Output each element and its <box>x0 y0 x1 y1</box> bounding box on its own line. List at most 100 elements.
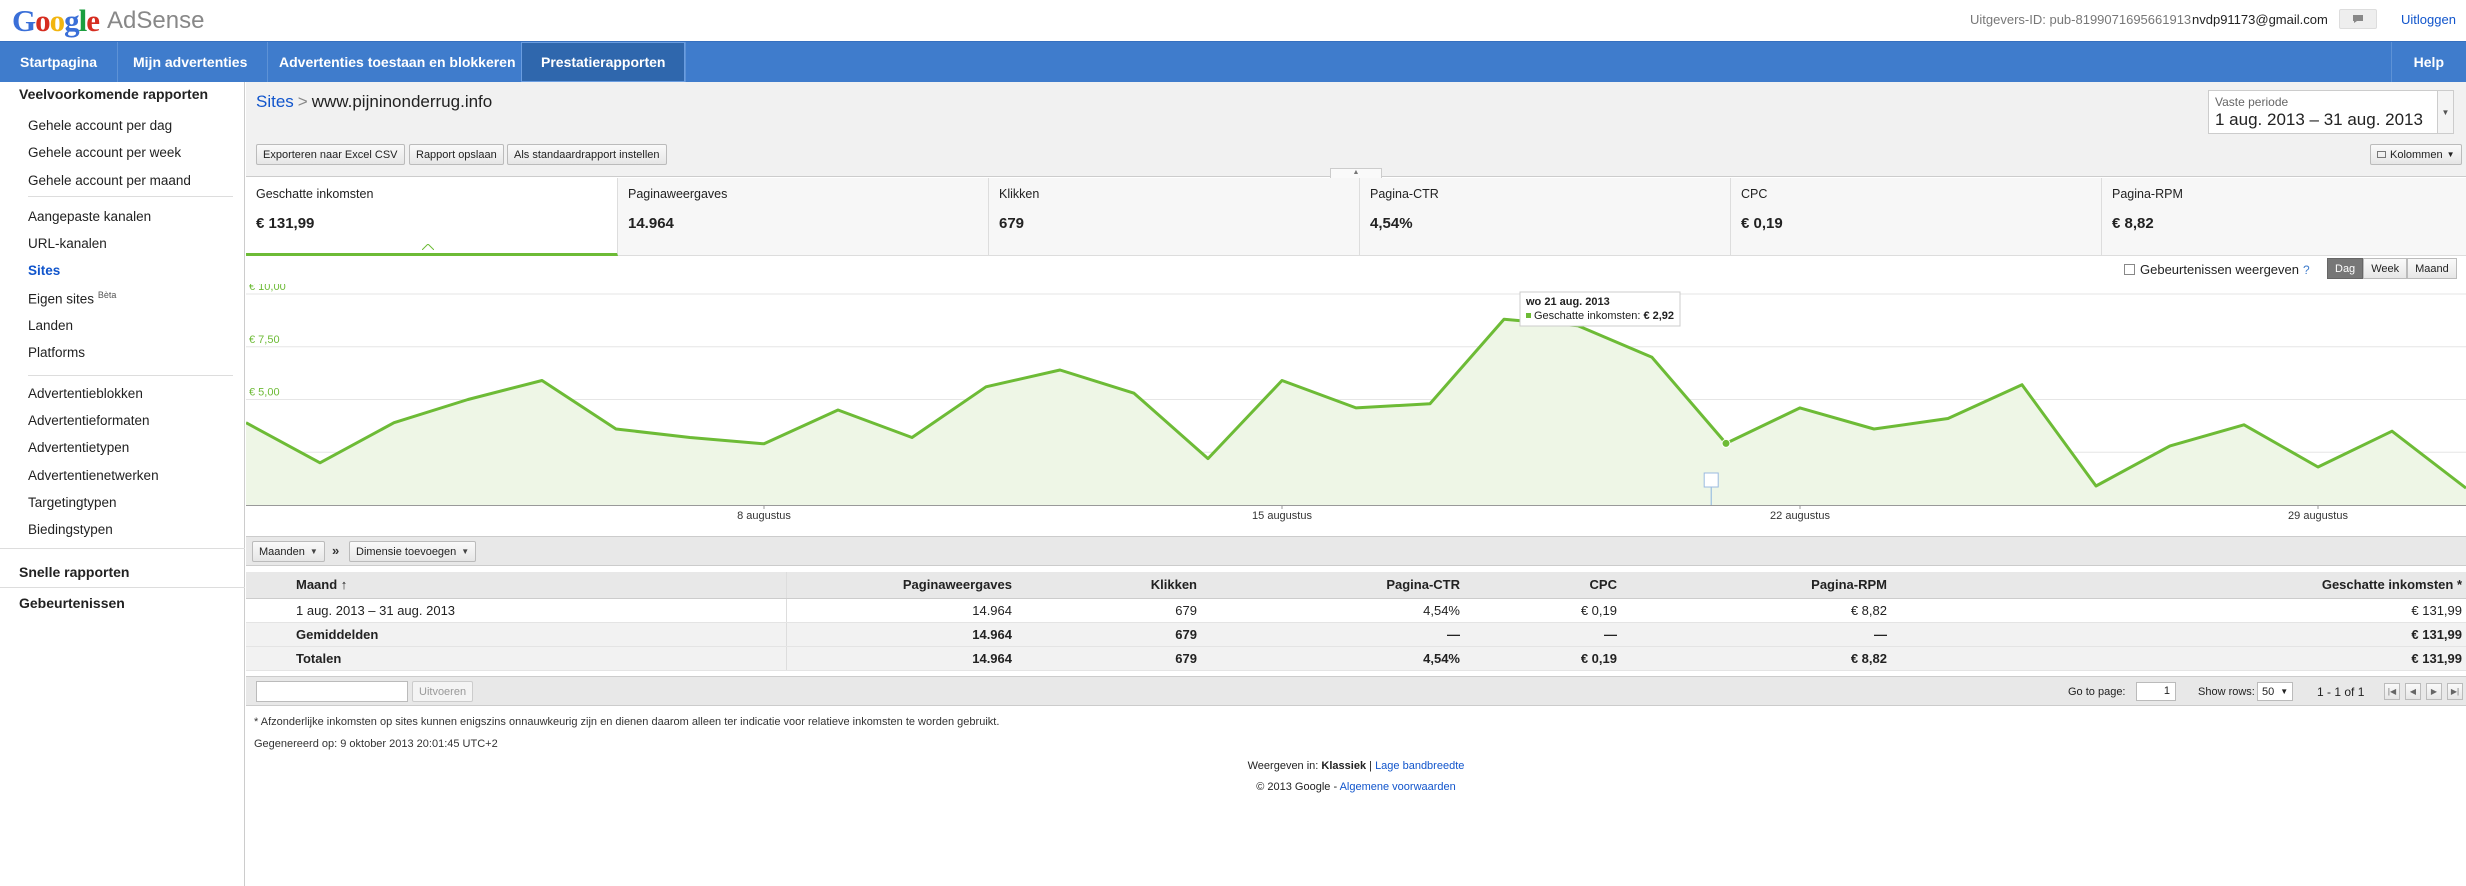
sidebar-item-advertentieformaten[interactable]: Advertentieformaten <box>28 413 150 428</box>
date-range-picker[interactable]: Vaste periode 1 aug. 2013 – 31 aug. 2013 <box>2208 90 2438 134</box>
metric-name: Klikken <box>999 187 1040 201</box>
sidebar-item-targetingtypen[interactable]: Targetingtypen <box>28 495 117 510</box>
x-tick-label: 15 augustus <box>1252 510 1312 522</box>
column-header-pagina-ctr[interactable]: Pagina-CTR <box>1201 572 1464 599</box>
sidebar-item-per-week[interactable]: Gehele account per week <box>28 145 181 160</box>
sidebar-heading-common[interactable]: Veelvoorkomende rapporten <box>19 86 208 102</box>
sidebar: Veelvoorkomende rapporten Gehele account… <box>0 82 245 886</box>
help-icon[interactable]: ? <box>2303 263 2310 277</box>
filter-input[interactable] <box>256 681 408 702</box>
next-page-button[interactable]: ▶ <box>2426 683 2442 700</box>
sidebar-item-advertentienetwerken[interactable]: Advertentienetwerken <box>28 468 159 483</box>
table-cell: — <box>1621 622 1891 647</box>
sidebar-heading-events[interactable]: Gebeurtenissen <box>19 595 125 611</box>
metric-cpc[interactable]: CPC € 0,19 <box>1731 178 2102 256</box>
breadcrumb-parent[interactable]: Sites <box>256 92 294 111</box>
period-dropdown-arrow[interactable]: ▼ <box>2438 90 2454 134</box>
granularity-week-button[interactable]: Week <box>2363 258 2408 279</box>
metric-pagina-ctr[interactable]: Pagina-CTR 4,54% <box>1360 178 1731 256</box>
pager-range: 1 - 1 of 1 <box>2317 685 2365 699</box>
table-cell: 4,54% <box>1201 598 1464 623</box>
column-header-maand[interactable]: Maand ↑ <box>246 572 787 599</box>
export-csv-button[interactable]: Exporteren naar Excel CSV <box>256 144 405 165</box>
metric-value: 14.964 <box>628 215 674 232</box>
sidebar-heading-quick[interactable]: Snelle rapporten <box>19 564 129 580</box>
beta-badge: Bèta <box>97 290 117 300</box>
sidebar-item-per-maand[interactable]: Gehele account per maand <box>28 173 191 188</box>
page-title: www.pijninonderrug.info <box>311 92 493 111</box>
table-cell: Gemiddelden <box>246 622 787 647</box>
table-cell: 679 <box>1016 646 1201 671</box>
collapse-toggle[interactable]: ▲ <box>1330 168 1382 178</box>
sidebar-item-aangepaste-kanalen[interactable]: Aangepaste kanalen <box>28 209 151 224</box>
period-label: Vaste periode <box>2215 95 2289 109</box>
events-checkbox[interactable] <box>2124 264 2135 275</box>
adsense-logo[interactable]: Google AdSense <box>12 2 204 40</box>
sidebar-item-landen[interactable]: Landen <box>28 318 73 333</box>
dimension-label: Maanden <box>259 545 305 558</box>
column-header-paginaweergaves[interactable]: Paginaweergaves <box>786 572 1016 599</box>
goto-page-input[interactable]: 1 <box>2136 682 2176 701</box>
run-filter-button[interactable]: Uitvoeren <box>412 681 474 702</box>
publisher-id: Uitgevers-ID: pub-8199071695661913 <box>1970 12 2192 27</box>
metric-pagina-rpm[interactable]: Pagina-RPM € 8,82 <box>2102 178 2466 256</box>
table-cell: — <box>1464 622 1621 647</box>
metric-value: 4,54% <box>1370 215 1413 232</box>
table-cell: 1 aug. 2013 – 31 aug. 2013 <box>246 598 787 623</box>
column-header-klikken[interactable]: Klikken <box>1016 572 1201 599</box>
granularity-month-button[interactable]: Maand <box>2407 258 2457 279</box>
sidebar-item-sites[interactable]: Sites <box>28 263 60 278</box>
help-button[interactable]: Help <box>2390 42 2466 82</box>
granularity-day-button[interactable]: Dag <box>2327 258 2364 279</box>
sidebar-item-per-dag[interactable]: Gehele account per dag <box>28 118 172 133</box>
prev-page-button[interactable]: ◀ <box>2405 683 2421 700</box>
column-header-cpc[interactable]: CPC <box>1464 572 1621 599</box>
sidebar-item-advertentietypen[interactable]: Advertentietypen <box>28 440 129 455</box>
sidebar-divider <box>28 196 233 197</box>
metric-paginaweergaves[interactable]: Paginaweergaves 14.964 <box>618 178 989 256</box>
rows-per-page-select[interactable]: 50 ▼ <box>2257 682 2294 701</box>
low-bandwidth-link[interactable]: Lage bandbreedte <box>1375 760 1464 772</box>
columns-button[interactable]: Kolommen ▼ <box>2370 144 2462 165</box>
logout-link[interactable]: Uitloggen <box>2401 12 2456 27</box>
events-toggle[interactable]: Gebeurtenissen weergeven ? <box>2124 262 2310 277</box>
footnote: * Afzonderlijke inkomsten op sites kunne… <box>254 716 1000 728</box>
x-tick-label: 22 augustus <box>1770 510 1830 522</box>
rows-value: 50 <box>2262 685 2275 698</box>
copyright-text: © 2013 Google - <box>1256 781 1338 793</box>
report-area: Sites > www.pijninonderrug.info Vaste peri… <box>246 82 2466 886</box>
show-rows-label: Show rows: <box>2198 686 2255 698</box>
sidebar-item-platforms[interactable]: Platforms <box>28 345 85 360</box>
first-page-button[interactable]: |◀ <box>2384 683 2400 700</box>
sidebar-item-eigen-sites[interactable]: Eigen sites Bèta <box>28 290 116 307</box>
y-tick-label: € 10,00 <box>249 284 286 293</box>
generated-timestamp: Gegenereerd op: 9 oktober 2013 20:01:45 … <box>254 738 498 750</box>
column-header-pagina-rpm[interactable]: Pagina-RPM <box>1621 572 1891 599</box>
active-metric-caret-icon <box>422 244 434 250</box>
save-report-button[interactable]: Rapport opslaan <box>409 144 504 165</box>
main-nav: Startpagina Mijn advertenties Advertenti… <box>0 41 2466 82</box>
table-cell: 14.964 <box>786 598 1016 623</box>
add-dimension-dropdown[interactable]: Dimensie toevoegen ▼ <box>349 541 477 562</box>
set-default-button[interactable]: Als standaardrapport instellen <box>507 144 667 165</box>
tab-prestatierapporten[interactable]: Prestatierapporten <box>521 42 687 82</box>
dimension-dropdown[interactable]: Maanden ▼ <box>252 541 325 562</box>
tab-startpagina[interactable]: Startpagina <box>0 42 119 82</box>
logo-letter: e <box>86 3 100 38</box>
sidebar-item-advertentieblokken[interactable]: Advertentieblokken <box>28 386 143 401</box>
tab-mijn-advertenties[interactable]: Mijn advertenties <box>113 42 269 82</box>
sidebar-item-url-kanalen[interactable]: URL-kanalen <box>28 236 107 251</box>
columns-icon <box>2377 151 2386 158</box>
sidebar-item-biedingstypen[interactable]: Biedingstypen <box>28 522 113 537</box>
breadcrumb-separator: > <box>297 92 308 111</box>
feedback-button[interactable] <box>2339 9 2377 29</box>
google-wordmark: Google <box>12 3 100 39</box>
hover-point <box>1721 438 1731 448</box>
tab-advertenties-toestaan[interactable]: Advertenties toestaan en blokkeren <box>259 42 537 82</box>
tooltip-series: Geschatte inkomsten: € 2,92 <box>1534 310 1674 322</box>
last-page-button[interactable]: ▶| <box>2447 683 2463 700</box>
terms-link[interactable]: Algemene voorwaarden <box>1340 781 1456 793</box>
table-cell: € 131,99 <box>1891 622 2466 647</box>
metric-klikken[interactable]: Klikken 679 <box>989 178 1360 256</box>
column-header-geschatte-inkomsten[interactable]: Geschatte inkomsten * <box>1891 572 2466 599</box>
